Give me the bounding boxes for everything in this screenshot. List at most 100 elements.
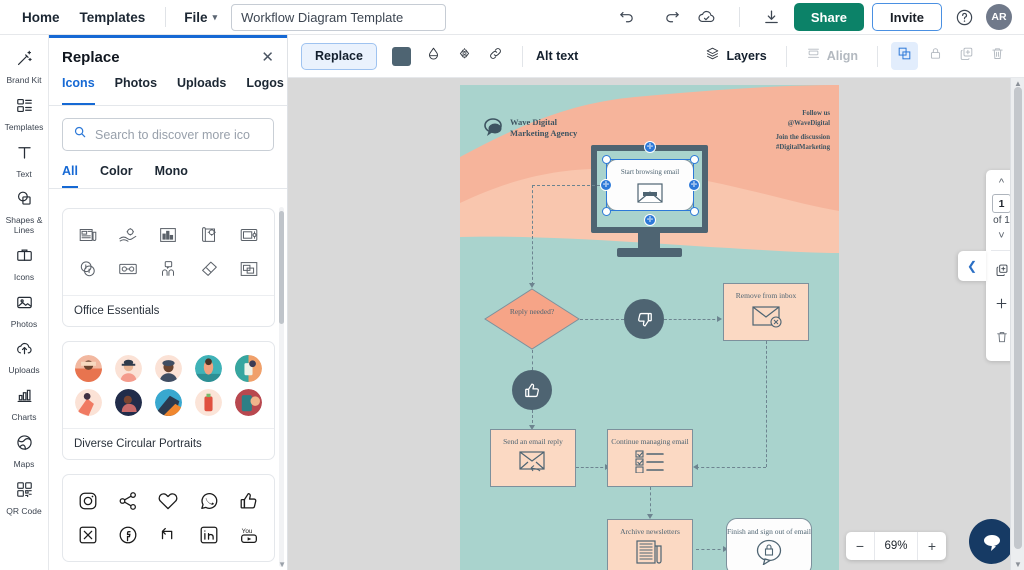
portrait-2[interactable]: [110, 353, 146, 383]
heart-icon[interactable]: [150, 486, 186, 516]
node-remove[interactable]: Remove from inbox: [723, 283, 809, 341]
resize-handle-tr[interactable]: [689, 154, 699, 164]
design-page[interactable]: Wave Digital Marketing Agency Follow us …: [460, 85, 839, 570]
search-box[interactable]: [62, 118, 274, 151]
newspaper-icon[interactable]: [70, 220, 106, 250]
add-page-icon[interactable]: [994, 289, 1009, 323]
close-icon[interactable]: ✕: [261, 50, 274, 65]
sidebar-item-qr-code[interactable]: QR Code: [0, 474, 49, 521]
flip-button[interactable]: [451, 42, 478, 70]
node-archive[interactable]: Archive newsletters: [607, 519, 693, 570]
group-button[interactable]: [891, 42, 918, 70]
delete-button[interactable]: [984, 42, 1011, 70]
hand-gear-icon[interactable]: [110, 220, 146, 250]
node-no[interactable]: [624, 299, 664, 339]
icon-results-list[interactable]: Office Essentials Diverse Circular Portr…: [49, 198, 287, 570]
sidebar-item-icons[interactable]: Icons: [0, 240, 49, 287]
chevron-up-icon[interactable]: ^: [999, 174, 1004, 192]
node-finish[interactable]: Finish and sign out of email: [726, 518, 812, 570]
page-number[interactable]: 1: [992, 194, 1011, 213]
collapse-panel-button[interactable]: ❮: [958, 251, 986, 281]
portrait-4[interactable]: [191, 353, 227, 383]
sidebar-item-templates[interactable]: Templates: [0, 90, 49, 137]
tab-icons[interactable]: Icons: [62, 76, 95, 105]
node-send[interactable]: Send an email reply: [490, 429, 576, 487]
coins-icon[interactable]: [70, 254, 106, 284]
delete-page-icon[interactable]: [995, 323, 1009, 356]
resize-handle-tl[interactable]: [601, 154, 611, 164]
x-twitter-icon[interactable]: [70, 520, 106, 550]
transparency-button[interactable]: [420, 42, 447, 70]
help-icon[interactable]: [950, 3, 978, 31]
tab-uploads[interactable]: Uploads: [177, 76, 226, 105]
zoom-value[interactable]: 69%: [874, 532, 918, 560]
sidebar-item-shapes-lines[interactable]: Shapes & Lines: [0, 183, 49, 240]
canvas-scrollbar[interactable]: ▲ ▼: [1010, 78, 1024, 570]
sidebar-item-photos[interactable]: Photos: [0, 287, 49, 334]
canvas-workspace[interactable]: Wave Digital Marketing Agency Follow us …: [288, 78, 1024, 570]
align-button[interactable]: Align: [800, 42, 864, 70]
duplicate-page-icon[interactable]: [995, 256, 1009, 289]
threads-icon[interactable]: [150, 520, 186, 550]
instagram-icon[interactable]: [70, 486, 106, 516]
replace-button[interactable]: Replace: [301, 42, 377, 70]
search-input[interactable]: [95, 127, 263, 142]
color-swatch[interactable]: [391, 46, 411, 66]
whatsapp-icon[interactable]: [191, 486, 227, 516]
youtube-icon[interactable]: You: [231, 520, 267, 550]
sidebar-item-brand-kit[interactable]: Brand Kit: [0, 43, 49, 90]
canvas-scrollbar-thumb[interactable]: [1014, 87, 1022, 549]
scroll-down-arrow-icon[interactable]: ▼: [1014, 560, 1022, 569]
portrait-5[interactable]: [231, 353, 267, 383]
bar-chart-icon[interactable]: [150, 220, 186, 250]
invite-button[interactable]: Invite: [872, 3, 942, 31]
nav-home[interactable]: Home: [12, 4, 70, 31]
copy-layers-icon[interactable]: [231, 254, 267, 284]
document-title-input[interactable]: [231, 3, 447, 31]
filter-color[interactable]: Color: [100, 164, 133, 188]
sidebar-item-text[interactable]: Text: [0, 137, 49, 184]
avatar[interactable]: AR: [986, 4, 1012, 30]
tab-logos[interactable]: Logos: [246, 76, 284, 105]
undo-icon[interactable]: [613, 3, 641, 31]
connect-handle-top[interactable]: [644, 141, 656, 153]
link-button[interactable]: [482, 42, 509, 70]
panel-scrollbar[interactable]: [279, 207, 284, 567]
resize-handle-br[interactable]: [689, 206, 699, 216]
linkedin-icon[interactable]: [191, 520, 227, 550]
filter-mono[interactable]: Mono: [155, 164, 188, 188]
portrait-10[interactable]: [231, 387, 267, 417]
download-icon[interactable]: [758, 3, 786, 31]
safe-box-icon[interactable]: [231, 220, 267, 250]
zoom-out-button[interactable]: −: [846, 532, 874, 560]
connect-handle-right[interactable]: [688, 179, 700, 191]
scroll-down-arrow-icon[interactable]: ▼: [278, 560, 286, 569]
share-button[interactable]: Share: [793, 3, 865, 31]
facebook-icon[interactable]: [110, 520, 146, 550]
lock-button[interactable]: [922, 42, 949, 70]
portrait-8[interactable]: [150, 387, 186, 417]
sidebar-item-maps[interactable]: Maps: [0, 427, 49, 474]
sidebar-item-uploads[interactable]: Uploads: [0, 333, 49, 380]
node-manage[interactable]: Continue managing email: [607, 429, 693, 487]
alt-text-button[interactable]: Alt text: [536, 49, 578, 63]
filter-all[interactable]: All: [62, 164, 78, 188]
tab-photos[interactable]: Photos: [115, 76, 157, 105]
nav-templates[interactable]: Templates: [70, 4, 156, 31]
zoom-in-button[interactable]: +: [918, 532, 946, 560]
file-menu[interactable]: File ▾: [176, 4, 225, 31]
redo-icon[interactable]: [659, 3, 687, 31]
connect-handle-left[interactable]: [600, 179, 612, 191]
sidebar-item-charts[interactable]: Charts: [0, 380, 49, 427]
eraser-icon[interactable]: [191, 254, 227, 284]
duplicate-button[interactable]: [953, 42, 980, 70]
resize-handle-bl[interactable]: [601, 206, 611, 216]
banknote-exchange-icon[interactable]: [110, 254, 146, 284]
share-nodes-icon[interactable]: [110, 486, 146, 516]
headset-support-icon[interactable]: [150, 254, 186, 284]
portrait-6[interactable]: [70, 387, 106, 417]
layers-button[interactable]: Layers: [699, 42, 772, 70]
chat-button[interactable]: [969, 519, 1014, 564]
panel-scrollbar-thumb[interactable]: [279, 211, 284, 324]
portrait-1[interactable]: [70, 353, 106, 383]
